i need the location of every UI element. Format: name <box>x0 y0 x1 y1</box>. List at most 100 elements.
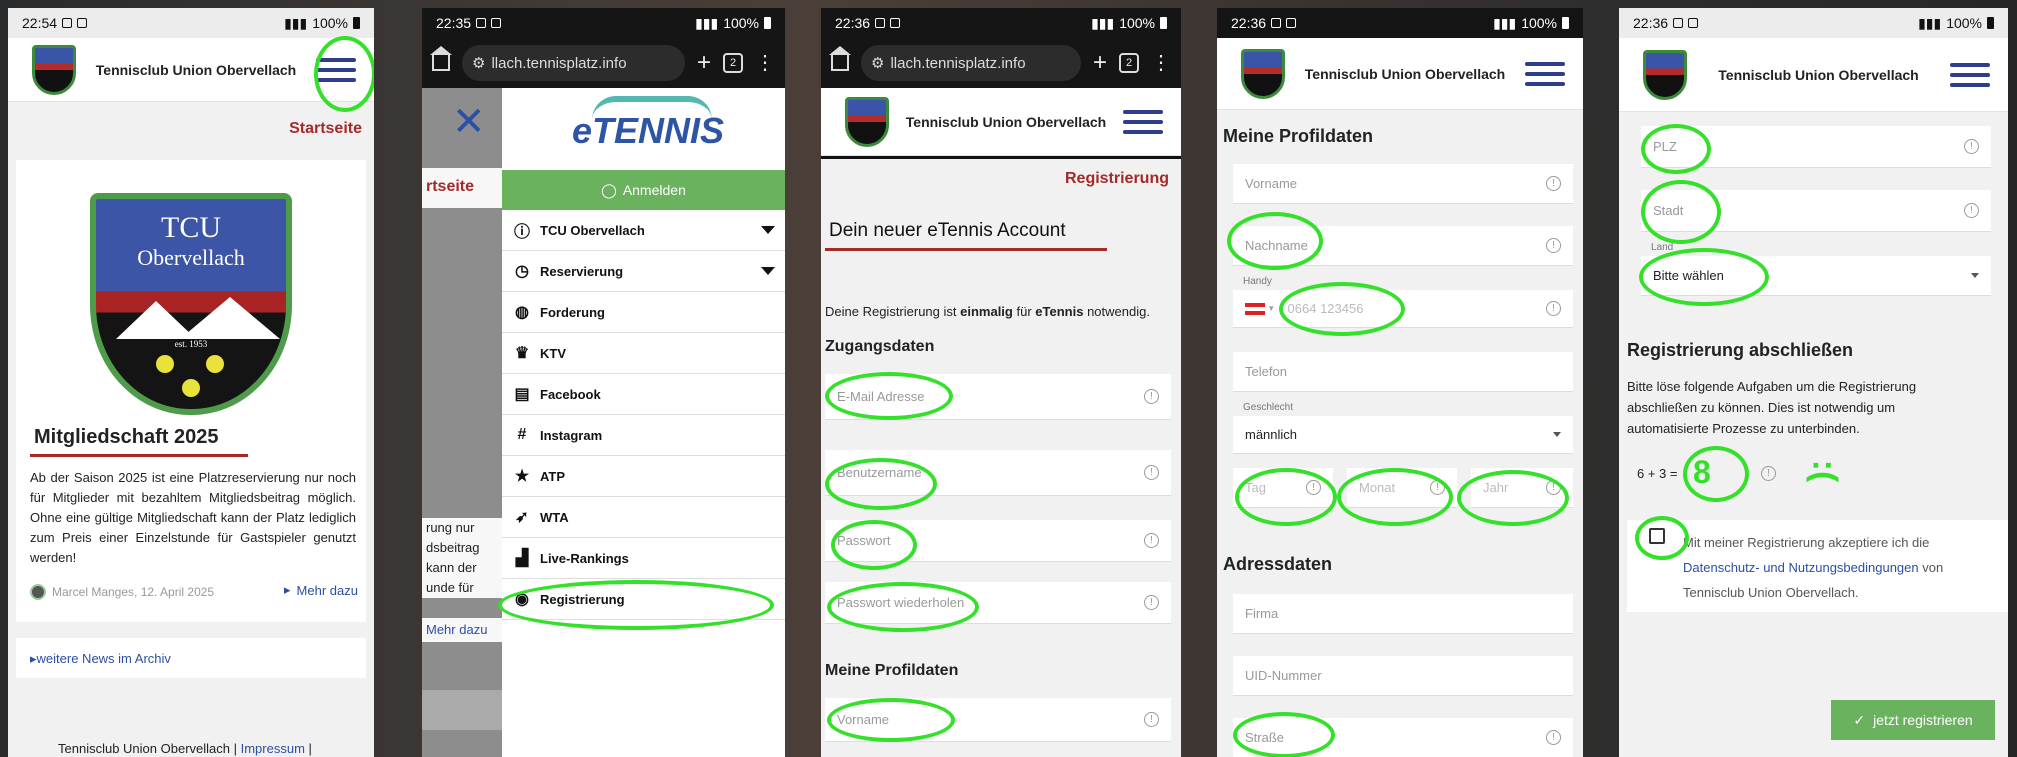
imprint-link[interactable]: Impressum <box>241 741 305 756</box>
terms-link[interactable]: Datenschutz- und Nutzungsbedingungen <box>1683 560 1919 575</box>
lastname-input[interactable]: Nachname! <box>1233 226 1573 266</box>
email-input[interactable]: E-Mail Adresse! <box>825 374 1171 420</box>
menu-item-atp[interactable]: ★ ATP <box>502 456 785 497</box>
info-icon[interactable]: ! <box>1546 238 1561 253</box>
section-finish: Registrierung abschließen <box>1627 340 1854 360</box>
info-icon[interactable]: ! <box>1144 465 1159 480</box>
menu-item-forderung[interactable]: ◍ Forderung <box>502 292 785 333</box>
menu-item-instagram[interactable]: # Instagram <box>502 415 785 456</box>
birth-year-input[interactable]: Jahr! <box>1471 468 1573 508</box>
menu-icon[interactable] <box>316 57 356 82</box>
country-select[interactable]: Bitte wählen <box>1641 256 1991 296</box>
footer-separator: | <box>308 741 312 756</box>
archive-link[interactable]: ▸weitere News im Archiv <box>30 651 171 667</box>
club-logo[interactable] <box>1241 48 1285 99</box>
login-label: Anmelden <box>622 182 686 198</box>
new-tab-icon[interactable]: + <box>697 51 711 75</box>
info-icon[interactable]: ! <box>1964 203 1979 218</box>
club-logo[interactable] <box>32 44 76 95</box>
menu-icon[interactable] <box>1950 62 1990 87</box>
battery-level: 100% <box>312 15 348 31</box>
zip-input[interactable]: PLZ! <box>1641 126 1991 168</box>
more-link[interactable]: ▸ Mehr dazu <box>284 582 358 598</box>
mobile-input[interactable]: ▾ 0664 123456! <box>1233 290 1573 328</box>
menu-item-facebook[interactable]: ▤ Facebook <box>502 374 785 415</box>
archive-link-label: weitere News im Archiv <box>36 651 171 666</box>
birth-month-input[interactable]: Monat! <box>1347 468 1457 508</box>
menu-item-tcu[interactable]: ⓘ TCU Obervellach <box>502 210 785 251</box>
battery-icon <box>1160 17 1167 29</box>
clock: 22:35 <box>436 15 472 31</box>
more-options-icon[interactable]: ⋮ <box>755 53 775 73</box>
page-overlay[interactable]: ✕ rtseite rung nur dsbeitrag kann der un… <box>422 88 502 757</box>
url-bar[interactable]: ⚙ llach.tennisplatz.info <box>861 45 1081 81</box>
menu-item-reservierung[interactable]: ◷ Reservierung <box>502 251 785 292</box>
password-repeat-placeholder: Passwort wiederholen <box>837 595 965 610</box>
tab-count[interactable]: 2 <box>723 53 743 73</box>
password-input[interactable]: Passwort! <box>825 520 1171 562</box>
podium-icon: ▟ <box>515 550 529 567</box>
consent-checkbox[interactable] <box>1649 528 1665 544</box>
city-placeholder: Stadt <box>1653 203 1684 218</box>
site-title[interactable]: Tennisclub Union Obervellach <box>1687 67 1950 83</box>
info-icon[interactable]: ! <box>1761 466 1776 481</box>
firstname-input[interactable]: Vorname! <box>1233 164 1573 204</box>
more-options-icon[interactable]: ⋮ <box>1151 53 1171 73</box>
url-bar[interactable]: ⚙ llach.tennisplatz.info <box>462 45 685 81</box>
login-button[interactable]: ◯ Anmelden <box>502 170 785 210</box>
company-input[interactable]: Firma <box>1233 594 1573 634</box>
menu-item-ktv[interactable]: ♛ KTV <box>502 333 785 374</box>
birth-day-input[interactable]: Tag! <box>1233 468 1333 508</box>
site-header: Tennisclub Union Obervellach <box>1217 38 1583 110</box>
city-input[interactable]: Stadt! <box>1641 190 1991 232</box>
close-icon[interactable]: ✕ <box>452 102 486 142</box>
club-logo[interactable] <box>845 96 889 147</box>
info-icon[interactable]: ! <box>1430 480 1445 495</box>
gender-select[interactable]: männlich <box>1233 416 1573 454</box>
article-title[interactable]: Mitgliedschaft 2025 <box>34 426 219 449</box>
intro-pre: Deine Registrierung ist <box>825 304 961 319</box>
firstname-input[interactable]: Vorname! <box>825 698 1171 742</box>
tennis-ball-icon <box>206 355 224 373</box>
new-tab-icon[interactable]: + <box>1093 51 1107 75</box>
menu-item-registrierung[interactable]: ◉ Registrierung <box>502 579 785 620</box>
menu-icon[interactable] <box>1525 61 1565 86</box>
password-repeat-input[interactable]: Passwort wiederholen! <box>825 582 1171 624</box>
info-icon[interactable]: ! <box>1144 712 1159 727</box>
info-icon[interactable]: ! <box>1546 301 1561 316</box>
site-title[interactable]: Tennisclub Union Obervellach <box>889 114 1123 130</box>
info-icon[interactable]: ! <box>1546 730 1561 745</box>
status-bar: 22:36 ▮▮▮ 100% <box>1217 8 1583 38</box>
tab-count[interactable]: 2 <box>1119 53 1139 73</box>
site-title[interactable]: Tennisclub Union Obervellach <box>1285 66 1525 82</box>
info-icon[interactable]: ! <box>1144 595 1159 610</box>
home-icon[interactable] <box>829 46 851 71</box>
info-icon[interactable]: ! <box>1964 139 1979 154</box>
info-icon[interactable]: ! <box>1546 176 1561 191</box>
menu-label: Forderung <box>540 304 605 320</box>
menu-item-wta[interactable]: ➶ WTA <box>502 497 785 538</box>
info-icon[interactable]: ! <box>1144 389 1159 404</box>
menu-label: Facebook <box>540 386 601 402</box>
author-date: Marcel Manges, 12. April 2025 <box>52 585 215 599</box>
austria-flag-icon[interactable] <box>1245 302 1265 315</box>
menu-icon[interactable] <box>1123 109 1163 134</box>
info-icon[interactable]: ! <box>1546 480 1561 495</box>
footer: Tennisclub Union Obervellach | Impressum… <box>58 741 312 756</box>
info-icon[interactable]: ! <box>1144 533 1159 548</box>
menu-item-live-rankings[interactable]: ▟ Live-Rankings <box>502 538 785 579</box>
info-icon[interactable]: ! <box>1306 480 1321 495</box>
home-icon[interactable] <box>430 46 452 71</box>
club-logo[interactable] <box>1643 49 1687 100</box>
site-title[interactable]: Tennisclub Union Obervellach <box>76 62 316 78</box>
image-icon <box>1673 18 1684 28</box>
captcha-answer[interactable]: 8 <box>1693 454 1711 491</box>
phone-input[interactable]: Telefon <box>1233 352 1573 392</box>
tennis-ball-icon: ◍ <box>515 304 529 321</box>
username-input[interactable]: Benutzername! <box>825 450 1171 496</box>
check-icon <box>890 18 901 28</box>
street-input[interactable]: Straße! <box>1233 718 1573 757</box>
register-button[interactable]: ✓ jetzt registrieren <box>1831 700 1995 740</box>
year-placeholder: Jahr <box>1483 480 1509 495</box>
uid-input[interactable]: UID-Nummer <box>1233 656 1573 696</box>
